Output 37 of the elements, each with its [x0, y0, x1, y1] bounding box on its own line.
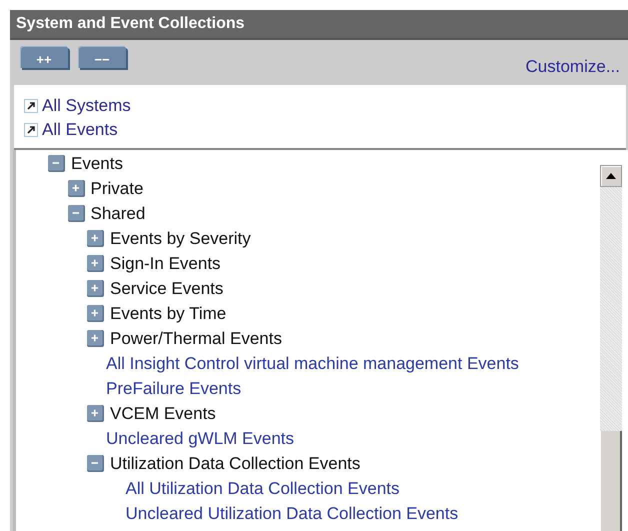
tree-link[interactable]: All Insight Control virtual machine management Events: [106, 354, 519, 374]
tree-folder[interactable]: Events: [71, 154, 123, 174]
shortcut-link[interactable]: All Systems: [42, 96, 131, 116]
expand-icon[interactable]: [87, 280, 104, 297]
collapse-icon[interactable]: [68, 205, 84, 222]
customize-link[interactable]: Customize...: [526, 57, 620, 77]
tree-link[interactable]: PreFailure Events: [106, 378, 242, 398]
expand-icon[interactable]: [87, 255, 104, 272]
scroll-thumb[interactable]: [600, 431, 622, 531]
tree-folder[interactable]: Service Events: [110, 278, 224, 298]
tree-folder[interactable]: VCEM Events: [110, 404, 216, 424]
expand-icon[interactable]: [87, 405, 104, 422]
shortcut-icon: [24, 123, 38, 137]
expand-icon[interactable]: [87, 330, 104, 347]
tree-link[interactable]: Uncleared Utilization Data Collection Events: [126, 504, 458, 524]
tree-folder[interactable]: Private: [90, 178, 144, 198]
collapse-icon[interactable]: [87, 455, 104, 472]
collapse-icon[interactable]: [48, 155, 65, 172]
scrollbar[interactable]: [600, 165, 622, 531]
expand-icon[interactable]: [68, 180, 84, 197]
panel-title: System and Event Collections: [10, 10, 628, 40]
tree-folder[interactable]: Events by Time: [110, 304, 226, 324]
expand-icon[interactable]: [87, 230, 104, 247]
shortcut-icon: [24, 99, 38, 113]
tree-folder[interactable]: Events by Severity: [110, 228, 251, 248]
tree-folder[interactable]: Shared: [90, 204, 146, 224]
tree-folder[interactable]: Utilization Data Collection Events: [110, 454, 360, 474]
tree-folder[interactable]: Sign-In Events: [110, 254, 221, 274]
tree-folder[interactable]: Power/Thermal Events: [110, 328, 282, 348]
expand-icon[interactable]: [87, 305, 104, 322]
tree-link[interactable]: Uncleared gWLM Events: [106, 428, 294, 448]
expand-all-button[interactable]: ++: [20, 46, 68, 68]
tree-link[interactable]: All Utilization Data Collection Events: [126, 478, 400, 498]
up-arrow-icon: [605, 172, 617, 180]
shortcut-link[interactable]: All Events: [42, 120, 118, 140]
scroll-up-button[interactable]: [600, 165, 622, 187]
collapse-all-button[interactable]: −−: [78, 46, 126, 68]
